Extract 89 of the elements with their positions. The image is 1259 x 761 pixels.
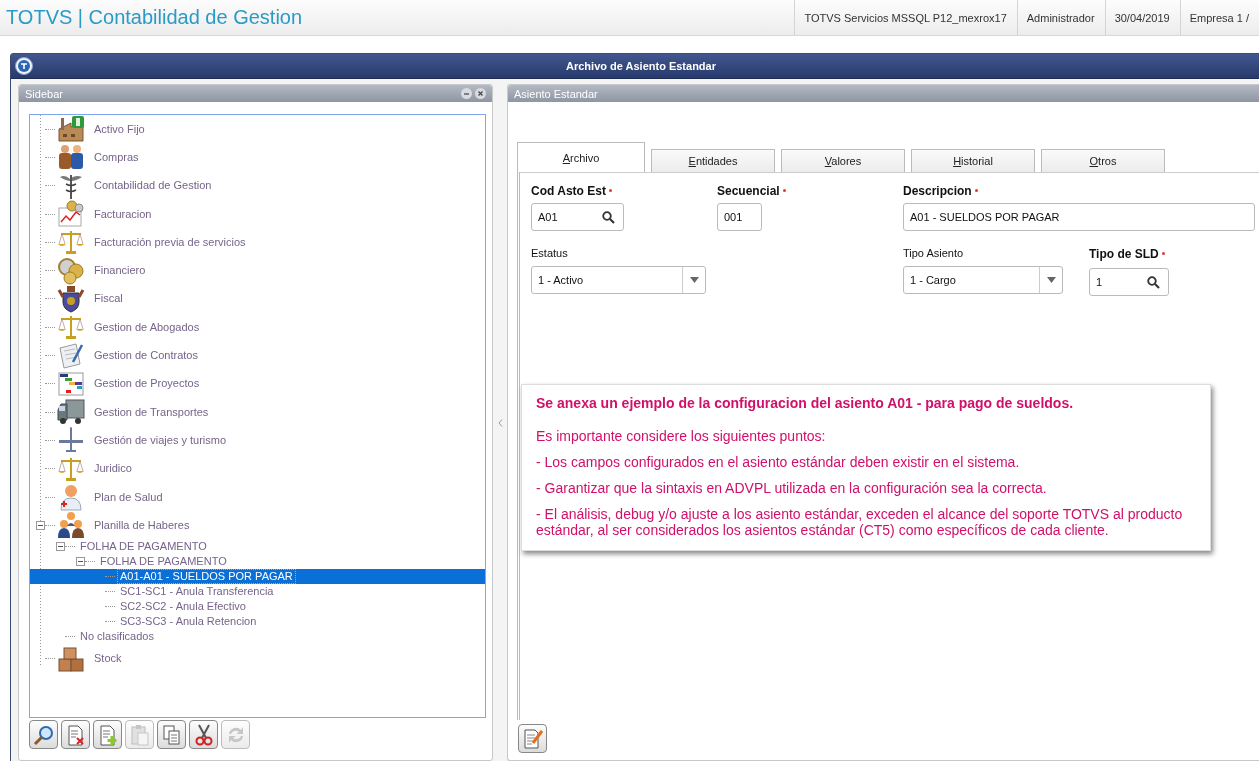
tree-item[interactable]: Facturacion <box>91 206 155 222</box>
required-icon <box>782 189 786 192</box>
tree-item[interactable]: SC3-SC3 - Anula Retencion <box>117 614 260 630</box>
shield-icon <box>57 284 85 313</box>
copy-button[interactable] <box>157 720 186 749</box>
app-title: TOTVS | Contabilidad de Gestion <box>6 6 303 29</box>
copy-icon <box>160 723 183 746</box>
tab[interactable]: Otros <box>1041 149 1165 172</box>
tree-item[interactable]: FOLHA DE PAGAMENTO <box>77 539 210 555</box>
tree-item[interactable]: Activo Fijo <box>91 121 148 137</box>
tree-item[interactable]: SC2-SC2 - Anula Efectivo <box>117 599 249 615</box>
note-text: Es importante considere los siguientes puntos: <box>536 428 827 444</box>
note-text: - Garantizar que la sintaxis en ADVPL utilizada en la configuración sea la correcta. <box>536 480 1048 496</box>
truck-icon <box>57 398 85 427</box>
note-text: - Los campos configurados en el asiento estándar deben existir en el sistema. <box>536 454 1021 470</box>
lookup-field[interactable]: 1 <box>1089 268 1169 296</box>
tree-item[interactable]: Gestion de Transportes <box>91 404 212 420</box>
required-icon <box>1161 252 1165 255</box>
header-info-text: TOTVS Servicios MSSQL P12_mexrox17 <box>794 0 1017 35</box>
dropdown[interactable]: 1 - Activo <box>531 266 706 294</box>
field-label: Secuencial <box>717 184 780 198</box>
required-icon <box>974 189 978 192</box>
people-icon <box>57 143 85 172</box>
tree-item[interactable]: Stock <box>91 651 125 667</box>
tree-item[interactable]: Plan de Salud <box>91 489 166 505</box>
collapse-icon[interactable] <box>56 542 65 552</box>
tree-item[interactable]: Financiero <box>91 263 149 279</box>
search-button[interactable] <box>29 720 58 749</box>
tree-item[interactable]: Fiscal <box>91 291 126 307</box>
field-label: Estatus <box>531 247 568 259</box>
logo-icon <box>15 57 33 75</box>
coins-icon <box>57 256 85 285</box>
collapse-icon[interactable] <box>76 557 85 567</box>
tab[interactable]: Archivo <box>517 142 645 172</box>
field-label: Tipo Asiento <box>903 247 964 259</box>
gantt-chart-icon <box>57 369 85 398</box>
factory-icon <box>57 115 85 144</box>
close-icon[interactable] <box>475 88 486 99</box>
delete-button[interactable] <box>61 720 90 749</box>
tree-item[interactable]: Gestion de Proyectos <box>91 376 203 392</box>
dropdown[interactable]: 1 - Cargo <box>903 266 1063 294</box>
input-field[interactable]: A01 - SUELDOS POR PAGAR <box>903 203 1255 231</box>
tree-item[interactable]: FOLHA DE PAGAMENTO <box>97 554 230 570</box>
field-label: Descripcion <box>903 184 972 198</box>
header-info-text: 30/04/2019 <box>1104 0 1180 35</box>
header-info-text: Administrador <box>1016 0 1105 35</box>
collapse-icon[interactable] <box>36 520 45 530</box>
tab[interactable]: Valores <box>781 149 905 172</box>
people-icon <box>57 511 85 540</box>
dropdown-arrow-icon <box>1046 277 1056 283</box>
doctor-icon <box>57 483 85 511</box>
note-text: - El análisis, debug y/o ajuste a los asiento estándar, exceden el alcance del soporte TOTVS al producto estándar, al ser considerados los asientos estándar (CT5) como específicos de cada cliente. <box>536 506 1184 538</box>
scale-icon <box>57 228 85 257</box>
window-title: Archivo de Asiento Estandar <box>566 60 716 72</box>
document-pencil-icon <box>521 727 544 750</box>
panel-title: Asiento Estandar <box>514 87 598 100</box>
dropdown-arrow-icon <box>689 277 699 283</box>
tree-item[interactable]: No clasificados <box>77 629 157 645</box>
tree-item[interactable]: Compras <box>91 149 142 165</box>
input-field[interactable]: 001 <box>717 203 762 231</box>
document-icon <box>57 341 85 370</box>
tree-item[interactable]: Gestión de viajes y turismo <box>91 432 230 448</box>
tree-item[interactable]: Gestion de Contratos <box>91 348 201 363</box>
required-icon <box>608 189 612 192</box>
boxes-icon <box>57 644 85 673</box>
tab[interactable]: Historial <box>911 149 1035 172</box>
scale-icon <box>57 313 85 342</box>
chart-icon <box>57 200 85 229</box>
tree-item[interactable]: A01-A01 - SUELDOS POR PAGAR <box>117 569 296 585</box>
field-label: Tipo de SLD <box>1089 247 1159 261</box>
tree-item[interactable]: Planilla de Haberes <box>91 517 193 533</box>
search-icon <box>32 723 55 746</box>
tree-item[interactable]: Contabilidad de Gestion <box>91 178 215 194</box>
tree-item[interactable]: SC1-SC1 - Anula Transferencia <box>117 584 277 600</box>
add-button[interactable] <box>93 720 122 749</box>
lookup-field[interactable]: A01 <box>531 203 624 231</box>
search-icon[interactable] <box>1147 275 1160 289</box>
tree-item[interactable]: Gestion de Abogados <box>91 319 203 335</box>
note-heading: Se anexa un ejemplo de la configuracion del asiento A01 - para pago de sueldos. <box>536 395 1075 411</box>
tree-item[interactable]: Juridico <box>91 461 135 477</box>
search-icon[interactable] <box>602 210 615 224</box>
cut-button[interactable] <box>189 720 218 749</box>
field-label: Cod Asto Est <box>531 184 606 198</box>
clipboard-icon <box>128 723 151 746</box>
edit-button[interactable] <box>518 724 547 753</box>
panel-title: Sidebar <box>25 87 63 100</box>
tree-item[interactable]: Facturación previa de servicios <box>91 234 249 250</box>
header-info-text: Empresa 1 / <box>1179 0 1259 35</box>
tab[interactable]: Entidades <box>651 149 775 172</box>
